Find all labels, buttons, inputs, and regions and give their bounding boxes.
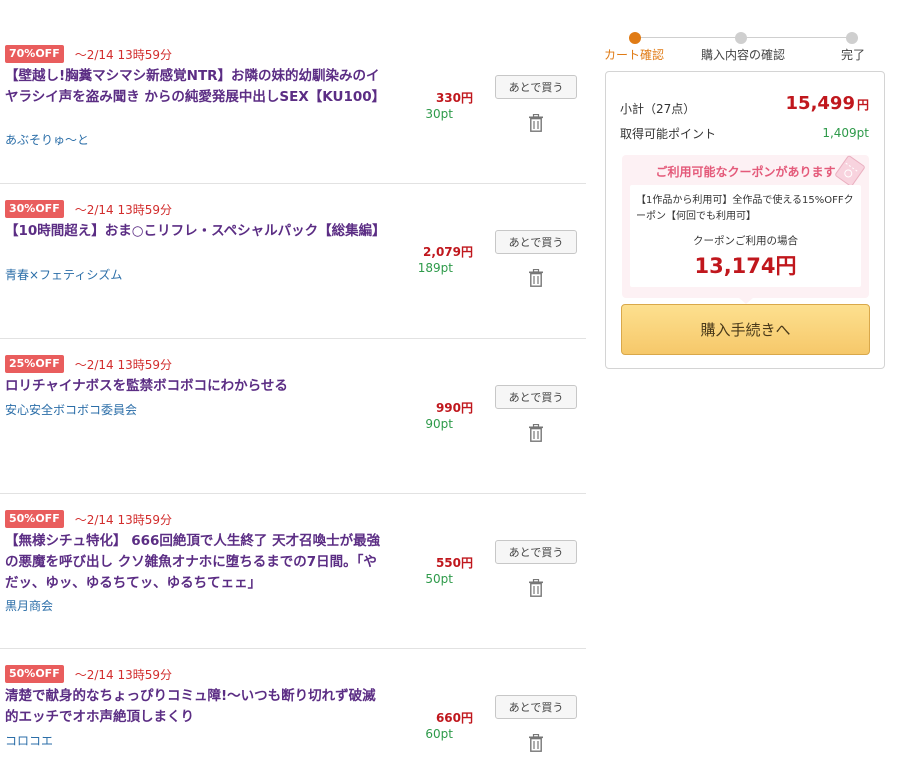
trash-icon[interactable]	[528, 114, 544, 132]
buy-later-button[interactable]: あとで買う	[495, 695, 577, 719]
product-title-link[interactable]: 【10時間超え】おま○こリフレ・スペシャルパック【総集編】	[5, 221, 386, 242]
deal-info: 70%OFF 〜2/14 13時59分	[5, 44, 172, 64]
progress-line	[635, 37, 741, 38]
buy-later-button[interactable]: あとで買う	[495, 75, 577, 99]
deal-info: 50%OFF 〜2/14 13時59分	[5, 664, 172, 684]
step-label-complete: 完了	[841, 48, 866, 62]
discount-badge: 70%OFF	[5, 45, 64, 63]
trash-icon[interactable]	[528, 269, 544, 287]
product-title-link[interactable]: ロリチャイナボスを監禁ボコボコにわからせる	[5, 376, 385, 397]
product-title-link[interactable]: 【無様シチュ特化】 666回絶頂で人生終了 天才召喚士が最強の悪魔を呼び出し ク…	[5, 531, 385, 594]
trash-icon[interactable]	[528, 424, 544, 442]
item-points: 60pt	[425, 727, 453, 741]
circle-name-link[interactable]: 青春×フェティシズム	[5, 266, 122, 283]
coupon-price: 13,174円	[694, 254, 797, 278]
sale-deadline: 〜2/14 13時59分	[74, 667, 173, 682]
item-price: 990円	[435, 401, 473, 415]
item-points: 90pt	[425, 417, 453, 431]
points-label: 取得可能ポイント	[620, 127, 717, 141]
product-title-link[interactable]: 清楚で献身的なちょっぴりコミュ障!〜いつも断り切れず破滅的エッチでオホ声絶頂しま…	[5, 686, 385, 728]
discount-badge: 30%OFF	[5, 200, 64, 218]
step-dot-complete	[846, 32, 858, 44]
product-title-link[interactable]: 【壁越し!胸糞マシマシ新感覚NTR】お隣の妹的幼馴染みのイヤラシイ声を盗み聞き …	[5, 66, 385, 108]
coupon-detail-card: 【1作品から利用可】全作品で使える15%OFFクーポン【何回でも利用可】 クーポ…	[630, 185, 861, 287]
checkout-button[interactable]: 購入手続きへ	[621, 304, 870, 355]
deal-info: 30%OFF 〜2/14 13時59分	[5, 199, 172, 219]
cart-item: 70%OFF 〜2/14 13時59分 【壁越し!胸糞マシマシ新感覚NTR】お隣…	[0, 29, 586, 184]
buy-later-button[interactable]: あとで買う	[495, 385, 577, 409]
coupon-description: 【1作品から利用可】全作品で使える15%OFFクーポン【何回でも利用可】	[636, 195, 854, 222]
subtotal-yen: 円	[856, 98, 869, 112]
deal-info: 50%OFF 〜2/14 13時59分	[5, 509, 172, 529]
item-price: 330円	[435, 91, 473, 105]
deal-info: 25%OFF 〜2/14 13時59分	[5, 354, 172, 374]
circle-name-link[interactable]: 安心安全ボコボコ委員会	[5, 401, 137, 418]
buy-later-button[interactable]: あとで買う	[495, 540, 577, 564]
cart-item-list: 70%OFF 〜2/14 13時59分 【壁越し!胸糞マシマシ新感覚NTR】お隣…	[0, 29, 586, 776]
coupon-note: クーポンご利用の場合	[693, 235, 798, 247]
order-summary-panel: 小計（27点） 15,499 円 取得可能ポイント 1,409pt ご利用可能なク…	[605, 71, 885, 369]
item-price: 550円	[435, 556, 473, 570]
cart-item: 30%OFF 〜2/14 13時59分 【10時間超え】おま○こリフレ・スペシャ…	[0, 184, 586, 339]
trash-icon[interactable]	[528, 734, 544, 752]
subtotal-label: 小計（27点）	[620, 102, 696, 116]
cart-item: 25%OFF 〜2/14 13時59分 ロリチャイナボスを監禁ボコボコにわからせ…	[0, 339, 586, 494]
item-points: 50pt	[425, 572, 453, 586]
coupon-box: ご利用可能なクーポンがあります 【1作品から利用可】全作品で使える15%OFFク…	[622, 155, 869, 298]
progress-line	[741, 37, 852, 38]
coupon-heading: ご利用可能なクーポンがあります	[655, 165, 836, 179]
sale-deadline: 〜2/14 13時59分	[74, 47, 173, 62]
discount-badge: 50%OFF	[5, 665, 64, 683]
item-price: 2,079円	[423, 245, 473, 259]
circle-name-link[interactable]: 黒月商会	[5, 597, 53, 614]
item-price: 660円	[435, 711, 473, 725]
step-dot-confirm	[735, 32, 747, 44]
step-label-cart: カート確認	[604, 48, 665, 62]
step-dot-cart	[629, 32, 641, 44]
checkout-progress: カート確認 購入内容の確認 完了	[604, 30, 889, 64]
subtotal-value: 15,499 円	[786, 93, 869, 114]
item-points: 189pt	[417, 261, 453, 275]
buy-later-button[interactable]: あとで買う	[495, 230, 577, 254]
cart-item: 50%OFF 〜2/14 13時59分 【無様シチュ特化】 666回絶頂で人生終…	[0, 494, 586, 649]
cart-item: 50%OFF 〜2/14 13時59分 清楚で献身的なちょっぴりコミュ障!〜いつ…	[0, 649, 586, 776]
trash-icon[interactable]	[528, 579, 544, 597]
sale-deadline: 〜2/14 13時59分	[74, 512, 173, 527]
sale-deadline: 〜2/14 13時59分	[74, 202, 173, 217]
discount-badge: 50%OFF	[5, 510, 64, 528]
item-points: 30pt	[425, 107, 453, 121]
subtotal-amount: 15,499	[785, 93, 855, 114]
coupon-caret	[738, 297, 754, 304]
circle-name-link[interactable]: コロコエ	[5, 732, 53, 749]
discount-badge: 25%OFF	[5, 355, 64, 373]
circle-name-link[interactable]: あぶそりゅ〜と	[5, 131, 89, 148]
step-label-confirm: 購入内容の確認	[701, 48, 786, 62]
sale-deadline: 〜2/14 13時59分	[74, 357, 173, 372]
points-value: 1,409pt	[822, 126, 869, 140]
